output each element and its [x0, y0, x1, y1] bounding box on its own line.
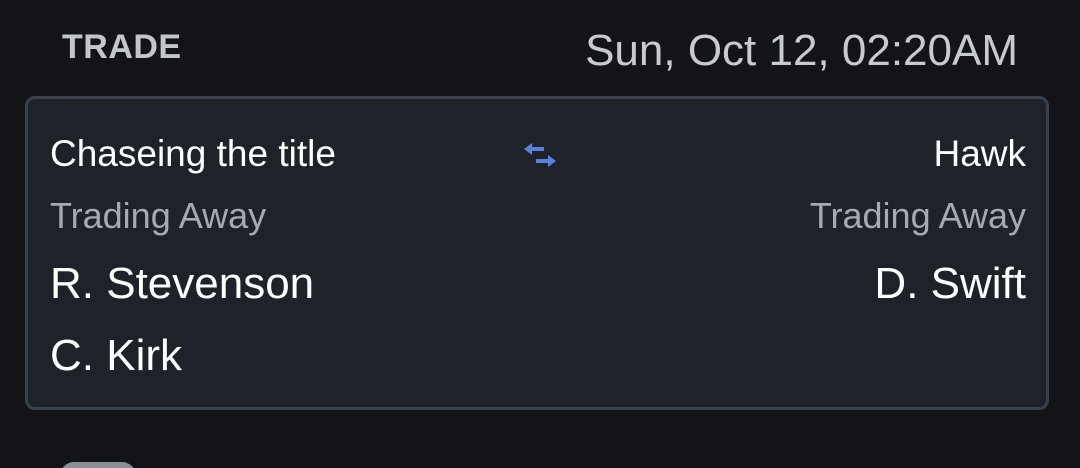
left-trading-away-label: Trading Away [50, 195, 267, 236]
left-player-1[interactable]: R. Stevenson [50, 255, 314, 327]
section-title: TRADE [62, 28, 182, 66]
right-player-1[interactable]: D. Swift [874, 255, 1026, 327]
swap-arrows-icon [524, 143, 556, 167]
trade-screen: TRADE Sun, Oct 12, 02:20AM Chaseing the … [0, 0, 1080, 468]
trade-timestamp: Sun, Oct 12, 02:20AM [585, 26, 1018, 75]
right-team-name[interactable]: Hawk [933, 133, 1026, 175]
next-section-header-partial [60, 456, 136, 468]
trade-card[interactable]: Chaseing the title Trading Away R. Steve… [25, 96, 1049, 410]
left-player-list: R. Stevenson C. Kirk [50, 255, 314, 399]
right-trading-away-label: Trading Away [809, 195, 1026, 236]
right-player-list: D. Swift [874, 255, 1026, 327]
left-team-name[interactable]: Chaseing the title [50, 133, 336, 175]
left-player-2[interactable]: C. Kirk [50, 327, 314, 399]
